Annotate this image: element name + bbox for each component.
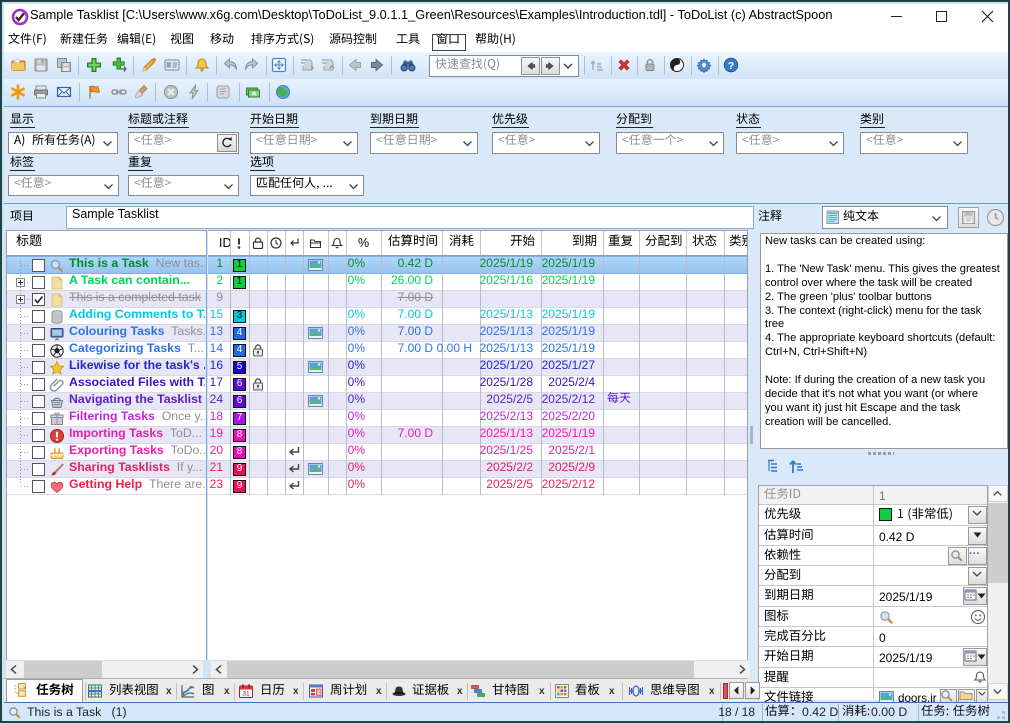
svg-text:?: ? [728, 60, 734, 72]
svg-text:31: 31 [242, 691, 250, 698]
